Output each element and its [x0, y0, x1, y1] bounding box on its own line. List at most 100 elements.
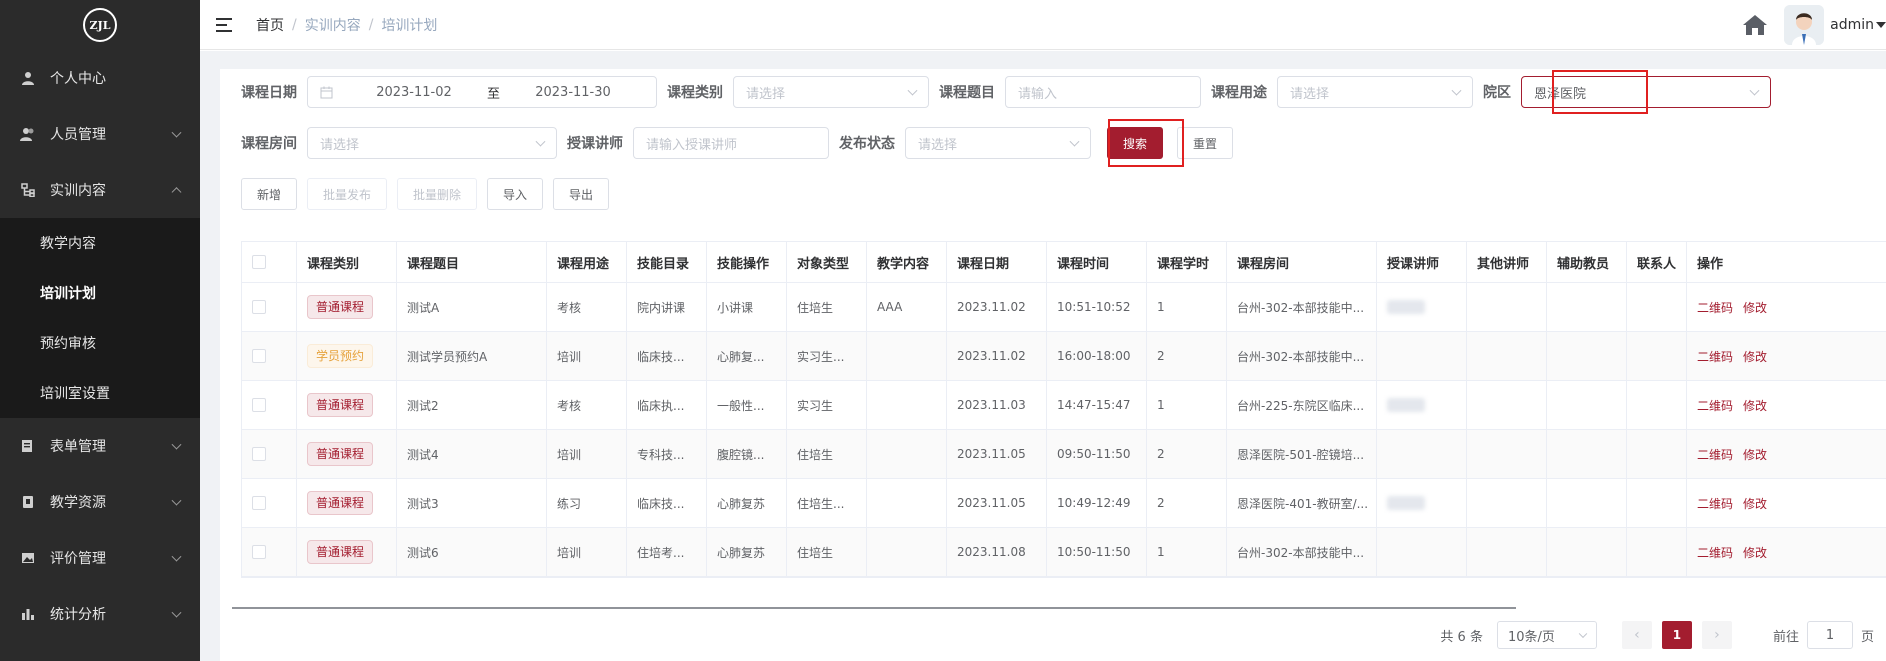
date-start-value[interactable]: 2023-11-02 [359, 85, 469, 100]
row-checkbox[interactable] [252, 349, 266, 363]
home-icon[interactable] [1742, 13, 1768, 37]
import-button[interactable]: 导入 [487, 178, 543, 210]
add-button[interactable]: 新增 [241, 178, 297, 210]
row-checkbox[interactable] [252, 398, 266, 412]
next-page-button[interactable]: › [1701, 621, 1732, 649]
sidebar-item-evaluation-management[interactable]: 评价管理 [0, 530, 200, 586]
users-icon [20, 126, 36, 142]
course-title-input[interactable]: 请输入 [1005, 76, 1201, 108]
sidebar: ZJL 个人中心 人员管理 实训内容 教学内容 培训计划 预约审核 培训室设置 … [0, 0, 200, 661]
row-select-cell [242, 283, 297, 331]
avatar[interactable] [1784, 5, 1825, 45]
page-size-select[interactable]: 10条/页 [1496, 621, 1597, 649]
cell-contact [1627, 283, 1687, 331]
table-row: 普通课程 测试4 培训 专科技... 腹腔镜... 住培生 2023.11.05 09:50-… [242, 430, 1886, 479]
row-checkbox[interactable] [252, 447, 266, 461]
teacher-input[interactable]: 请输入授课讲师 [633, 127, 829, 159]
chevron-down-icon [171, 551, 182, 562]
submenu-item-teaching-content[interactable]: 教学内容 [0, 218, 200, 268]
sidebar-item-statistics[interactable]: 统计分析 [0, 586, 200, 642]
menu-toggle-icon[interactable] [216, 17, 232, 32]
course-title-label: 课程题目 [939, 85, 995, 101]
sidebar-item-staff-management[interactable]: 人员管理 [0, 106, 200, 162]
batch-delete-button[interactable]: 批量删除 [397, 178, 477, 210]
filter-row-1: 课程日期 2023-11-02 至 2023-11-30 课程类别 请选择 课程… [241, 76, 1771, 108]
select-all-checkbox[interactable] [252, 255, 266, 269]
row-checkbox[interactable] [252, 300, 266, 314]
column-header: 课程时间 [1047, 242, 1147, 282]
export-button[interactable]: 导出 [553, 178, 609, 210]
cell-time: 14:47-15:47 [1047, 381, 1147, 429]
user-name[interactable]: admin [1830, 17, 1874, 33]
column-header: 课程类别 [297, 242, 397, 282]
goto-page-input[interactable]: 1 [1806, 621, 1853, 649]
date-end-value[interactable]: 2023-11-30 [518, 85, 628, 100]
edit-link[interactable]: 修改 [1743, 348, 1767, 365]
qr-code-link[interactable]: 二维码 [1697, 348, 1733, 365]
breadcrumb-home[interactable]: 首页 [256, 15, 284, 35]
qr-code-link[interactable]: 二维码 [1697, 495, 1733, 512]
cell-op: 心肺复苏 [707, 479, 787, 527]
cell-op: 腹腔镜... [707, 430, 787, 478]
reset-button[interactable]: 重置 [1177, 127, 1233, 159]
column-header: 技能操作 [707, 242, 787, 282]
page-size-value: 10条/页 [1507, 629, 1555, 645]
cell-hours: 2 [1147, 430, 1227, 478]
content-panel: 课程日期 2023-11-02 至 2023-11-30 课程类别 请选择 课程… [220, 69, 1886, 661]
edit-link[interactable]: 修改 [1743, 299, 1767, 316]
column-header: 其他讲师 [1467, 242, 1547, 282]
batch-publish-button[interactable]: 批量发布 [307, 178, 387, 210]
row-checkbox[interactable] [252, 545, 266, 559]
cell-time: 16:00-18:00 [1047, 332, 1147, 380]
cell-ops: 二维码 修改 [1687, 430, 1886, 478]
qr-code-link[interactable]: 二维码 [1697, 397, 1733, 414]
prev-page-button[interactable]: ‹ [1621, 621, 1652, 649]
course-type-tag: 普通课程 [307, 442, 374, 466]
row-checkbox[interactable] [252, 496, 266, 510]
cell-title: 测试3 [397, 479, 547, 527]
submenu-item-room-settings[interactable]: 培训室设置 [0, 368, 200, 418]
table-row: 普通课程 测试A 考核 院内讲课 小讲课 住培生 AAA 2023.11.02 10:51-10… [242, 283, 1886, 332]
sidebar-item-personal-center[interactable]: 个人中心 [0, 50, 200, 106]
qr-code-link[interactable]: 二维码 [1697, 446, 1733, 463]
chevron-down-icon [171, 607, 182, 618]
course-type-select[interactable]: 请选择 [733, 76, 929, 108]
sidebar-item-form-management[interactable]: 表单管理 [0, 418, 200, 474]
column-header: 联系人 [1627, 242, 1687, 282]
redacted-teacher-name [1387, 300, 1425, 314]
course-type-tag: 普通课程 [307, 491, 374, 515]
sidebar-item-teaching-resources[interactable]: 教学资源 [0, 474, 200, 530]
course-type-label: 课程类别 [667, 85, 723, 101]
course-use-select[interactable]: 请选择 [1277, 76, 1473, 108]
sidebar-item-training-content[interactable]: 实训内容 [0, 162, 200, 218]
sidebar-item-label: 统计分析 [50, 607, 106, 623]
cell-ops: 二维码 修改 [1687, 479, 1886, 527]
page-number-button[interactable]: 1 [1661, 621, 1692, 649]
cell-hours: 1 [1147, 381, 1227, 429]
qr-code-link[interactable]: 二维码 [1697, 299, 1733, 316]
date-range-separator: 至 [487, 86, 501, 102]
edit-link[interactable]: 修改 [1743, 446, 1767, 463]
column-header: 授课讲师 [1377, 242, 1467, 282]
cell-time: 10:49-12:49 [1047, 479, 1147, 527]
qr-code-link[interactable]: 二维码 [1697, 544, 1733, 561]
status-select[interactable]: 请选择 [905, 127, 1091, 159]
course-date-range[interactable]: 2023-11-02 至 2023-11-30 [307, 76, 657, 108]
edit-link[interactable]: 修改 [1743, 544, 1767, 561]
submenu-item-booking-review[interactable]: 预约审核 [0, 318, 200, 368]
cell-assist [1547, 332, 1627, 380]
cell-content [867, 528, 947, 576]
edit-link[interactable]: 修改 [1743, 397, 1767, 414]
submenu-item-training-plan[interactable]: 培训计划 [0, 268, 200, 318]
caret-down-icon[interactable] [1876, 22, 1886, 28]
pagination-total: 共 6 条 [1440, 629, 1483, 645]
room-select[interactable]: 请选择 [307, 127, 557, 159]
cell-obj: 实习生... [787, 332, 867, 380]
edit-link[interactable]: 修改 [1743, 495, 1767, 512]
horizontal-scrollbar[interactable] [232, 607, 1516, 609]
cell-use: 考核 [547, 283, 627, 331]
form-icon [20, 438, 36, 454]
column-header: 课程日期 [947, 242, 1047, 282]
cell-date: 2023.11.05 [947, 479, 1047, 527]
cell-title: 测试6 [397, 528, 547, 576]
